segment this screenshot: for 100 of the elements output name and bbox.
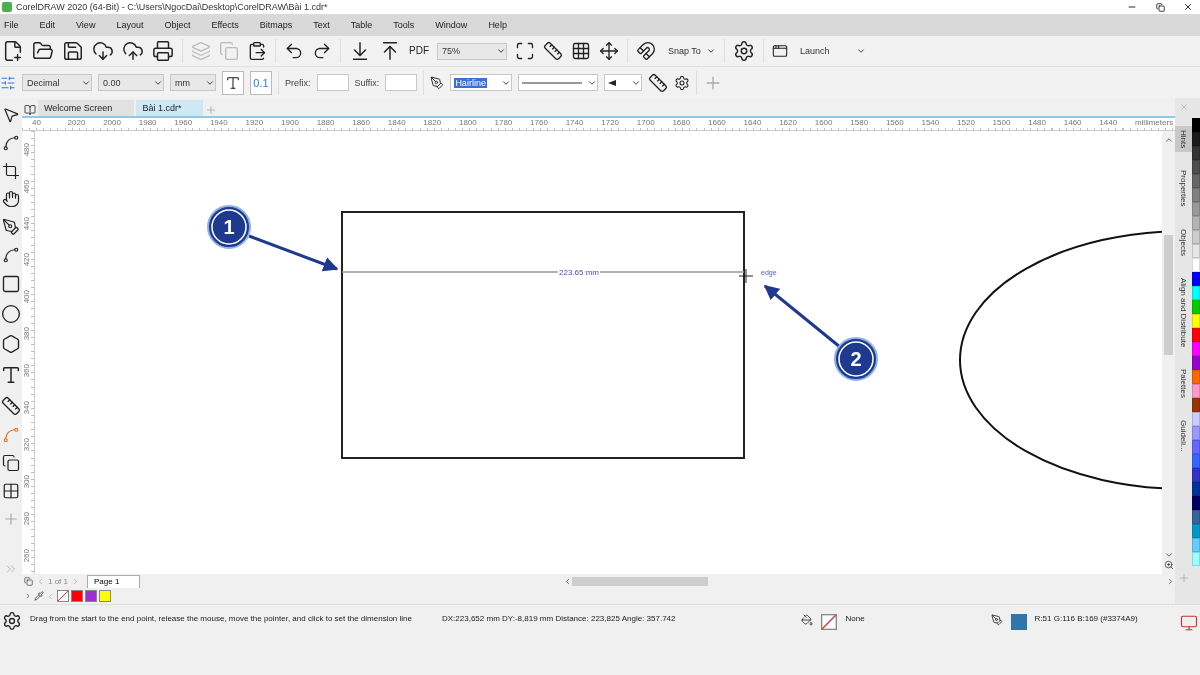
new-document-icon[interactable] [2, 40, 24, 62]
new-tab-icon[interactable] [205, 104, 218, 116]
pen-tool-icon[interactable] [2, 218, 20, 236]
suffix-field[interactable] [385, 74, 418, 91]
color-swatch[interactable] [1192, 174, 1200, 188]
color-swatch[interactable] [1192, 552, 1200, 566]
save-icon[interactable] [62, 40, 84, 62]
color-swatch[interactable] [1192, 118, 1200, 132]
color-swatch[interactable] [1192, 482, 1200, 496]
document-tab[interactable]: Bài 1.cdr* [136, 100, 204, 116]
undo-icon[interactable] [284, 41, 304, 61]
cloud-download-icon[interactable] [92, 40, 114, 62]
color-swatch[interactable] [1192, 468, 1200, 482]
scrollbar-thumb[interactable] [1164, 235, 1173, 355]
no-color-swatch[interactable] [57, 590, 69, 602]
pan-tool-icon[interactable] [2, 190, 20, 208]
cloud-upload-icon[interactable] [122, 40, 144, 62]
menu-item[interactable]: View [72, 14, 105, 36]
text-tool-icon[interactable] [0, 364, 22, 386]
menu-item[interactable]: Text [309, 14, 339, 36]
color-swatch[interactable] [1192, 524, 1200, 538]
pdf-button[interactable]: PDF [409, 46, 429, 56]
line-style-dropdown[interactable] [518, 74, 599, 91]
menu-item[interactable]: Table [346, 14, 382, 36]
display-icon[interactable] [1180, 614, 1198, 632]
first-page-icon[interactable] [36, 576, 45, 586]
prefix-field[interactable] [316, 74, 349, 91]
docker-tab[interactable]: Objects [1175, 224, 1192, 260]
color-swatch[interactable] [1192, 300, 1200, 314]
docker-tab[interactable]: Align and Distribute [1175, 273, 1192, 352]
menu-item[interactable]: Object [160, 14, 200, 36]
color-swatch[interactable] [1192, 496, 1200, 510]
shape-tool-icon[interactable] [2, 134, 20, 152]
color-swatch[interactable] [1192, 314, 1200, 328]
dimension-tool-icon[interactable] [1, 396, 21, 416]
menu-item[interactable]: Edit [35, 14, 65, 36]
shadow-tool-icon[interactable] [2, 454, 20, 472]
precision-dropdown[interactable]: 0.00 [98, 74, 164, 91]
docker-tab[interactable]: Palettes [1175, 365, 1192, 403]
color-swatch[interactable] [1192, 328, 1200, 342]
zoom-icon[interactable] [1163, 560, 1174, 570]
color-swatch[interactable] [1192, 258, 1200, 272]
page-tab[interactable]: Page 1 [87, 574, 141, 588]
menu-item[interactable]: Window [431, 14, 477, 36]
docker-tab[interactable]: Guideli... [1175, 416, 1192, 456]
menu-item[interactable]: Tools [389, 14, 424, 36]
open-folder-icon[interactable] [32, 40, 54, 62]
menu-item[interactable]: Bitmaps [255, 14, 302, 36]
color-swatch[interactable] [1192, 412, 1200, 426]
launch-icon[interactable] [772, 43, 788, 59]
crop-tool-icon[interactable] [2, 162, 20, 180]
color-swatch[interactable] [1192, 342, 1200, 356]
numbering-dropdown[interactable]: Decimal [22, 74, 92, 91]
menu-item[interactable]: Layout [112, 14, 153, 36]
menu-item[interactable]: Effects [207, 14, 248, 36]
units-dropdown[interactable]: mm [170, 74, 216, 91]
color-swatch[interactable] [1192, 272, 1200, 286]
full-screen-icon[interactable] [515, 41, 535, 61]
color-swatch[interactable] [1192, 356, 1200, 370]
grid-icon[interactable] [571, 41, 591, 61]
snap-off-icon[interactable] [636, 41, 656, 61]
rectangle-tool-icon[interactable] [1, 274, 21, 294]
color-swatch[interactable] [1192, 510, 1200, 524]
docker-tab[interactable]: Hints [1175, 126, 1192, 153]
color-swatch[interactable] [1192, 538, 1200, 552]
show-units-icon[interactable] [222, 70, 244, 95]
expand-icon[interactable] [4, 562, 18, 576]
color-swatch[interactable] [1192, 426, 1200, 440]
copy-icon[interactable] [219, 41, 239, 61]
arrowhead-dropdown[interactable] [604, 74, 643, 91]
settings-icon[interactable] [2, 611, 22, 631]
color-swatch[interactable] [1192, 454, 1200, 468]
scroll-right-icon[interactable] [1166, 576, 1175, 586]
color-swatch[interactable] [1192, 398, 1200, 412]
color-swatch[interactable] [1192, 188, 1200, 202]
rulers-icon[interactable] [543, 41, 563, 61]
color-swatch[interactable] [85, 590, 97, 602]
polygon-tool-icon[interactable] [1, 334, 21, 354]
color-swatch[interactable] [1192, 384, 1200, 398]
snap-to-dropdown[interactable]: Snap To [664, 42, 716, 60]
color-swatch[interactable] [1192, 370, 1200, 384]
color-swatch[interactable] [1192, 160, 1200, 174]
docker-tab[interactable]: Properties [1175, 166, 1192, 211]
print-icon[interactable] [152, 40, 174, 62]
redo-icon[interactable] [312, 41, 332, 61]
color-swatch[interactable] [1192, 244, 1200, 258]
color-swatch[interactable] [99, 590, 111, 602]
color-swatch[interactable] [1192, 286, 1200, 300]
color-swatch[interactable] [1192, 146, 1200, 160]
color-swatch[interactable] [1192, 132, 1200, 146]
palette-menu-icon[interactable] [24, 592, 32, 600]
color-swatch[interactable] [1192, 202, 1200, 216]
launch-dropdown[interactable]: Launch [796, 42, 866, 60]
last-page-icon[interactable] [71, 576, 80, 586]
scroll-down-icon[interactable] [1163, 550, 1174, 560]
menu-item[interactable]: File [0, 14, 28, 36]
outline-width-dropdown[interactable]: Hairline [450, 74, 513, 91]
document-tab[interactable]: Welcome Screen [38, 100, 135, 116]
eyedropper-icon[interactable] [34, 591, 44, 601]
scrollbar-thumb[interactable] [572, 576, 709, 586]
